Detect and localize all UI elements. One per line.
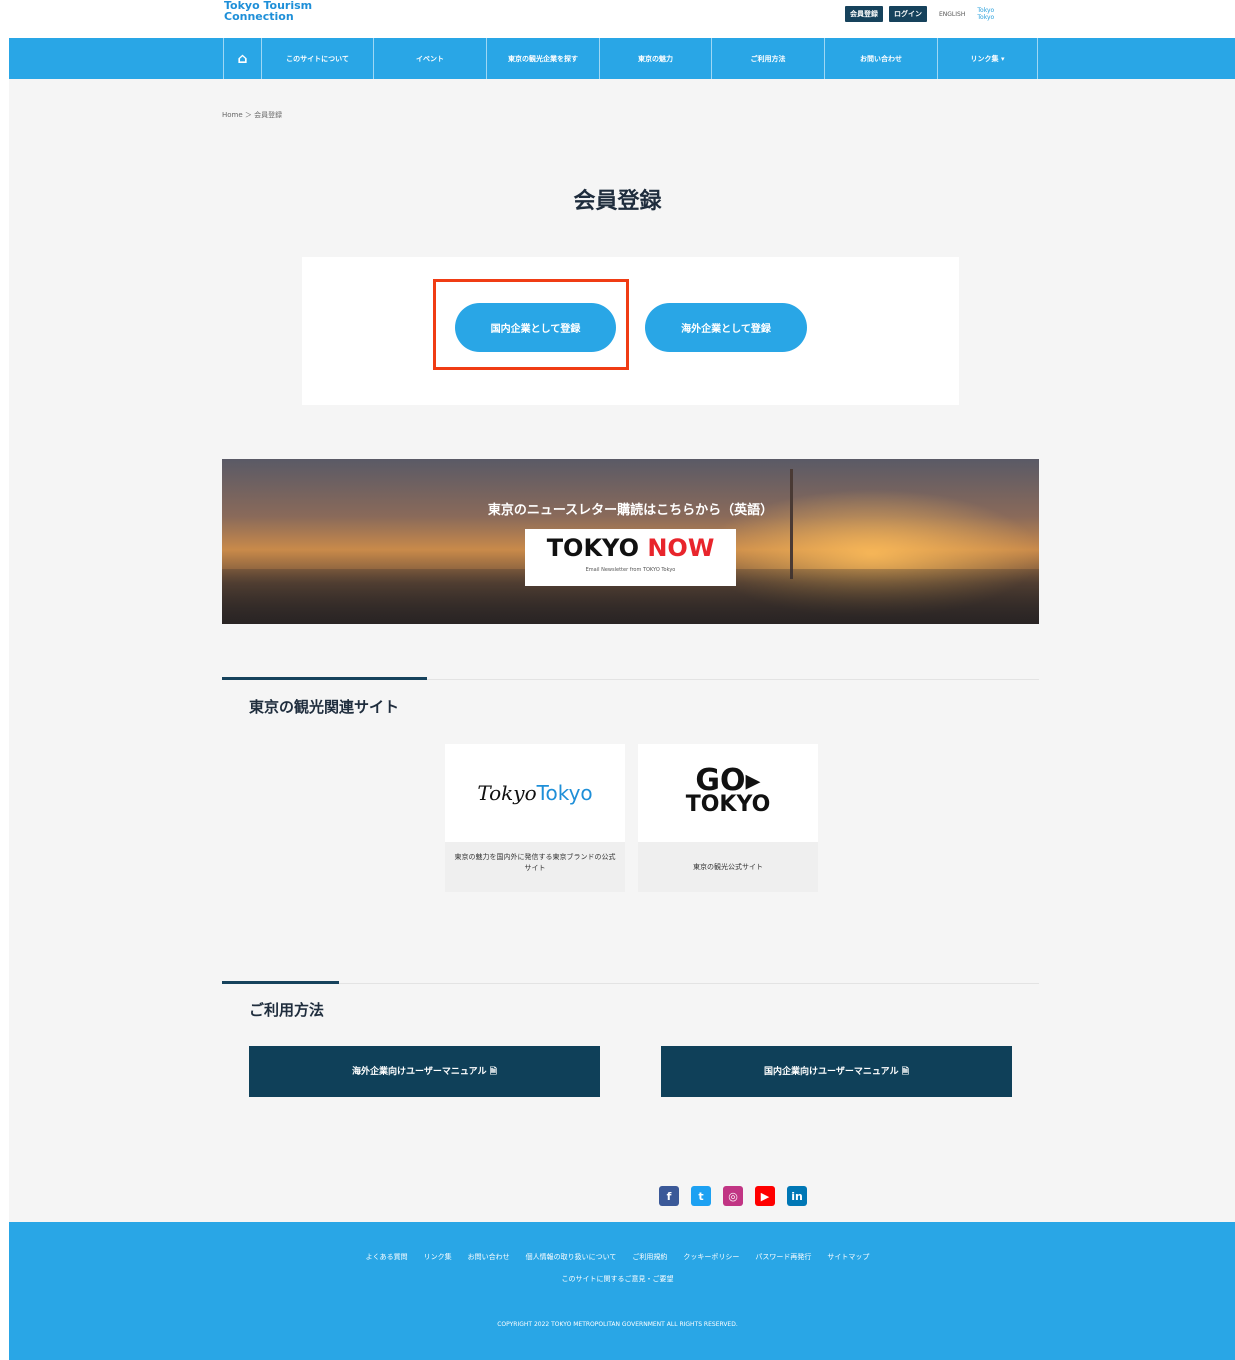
registration-card [302,257,959,405]
go-tokyo-card[interactable]: GO▸ TOKYO 東京の観光公式サイト [638,744,818,892]
go-tokyo-logo-go: GO▸ [695,763,761,798]
social-links: f t ◎ ▶ in [659,1186,807,1206]
footer-link-privacy[interactable]: 個人情報の取り扱いについて [526,1252,617,1262]
site-header: Tokyo Tourism Connection 会員登録 ログイン ENGLI… [0,0,1235,38]
tokyo-tokyo-logo-sans: Tokyo [536,781,593,805]
instagram-icon[interactable]: ◎ [723,1186,743,1206]
tokyo-tokyo-logo-script: Tokyo [477,781,537,805]
nav-item-events[interactable]: イベント [374,38,487,79]
highlight-box [433,279,629,370]
language-switch[interactable]: ENGLISH [939,11,965,18]
nav-item-contact[interactable]: お問い合わせ [825,38,938,79]
footer-link-cookie[interactable]: クッキーポリシー [683,1252,739,1262]
nav-item-attractions[interactable]: 東京の魅力 [600,38,712,79]
home-icon[interactable]: ⌂ [224,38,262,79]
nav-item-about[interactable]: このサイトについて [262,38,374,79]
nav-item-usage[interactable]: ご利用方法 [712,38,825,79]
copyright: COPYRIGHT 2022 TOKYO METROPOLITAN GOVERN… [497,1321,738,1328]
logo-line2: Connection [224,10,294,23]
mini-logo-line1: Tokyo [977,7,995,14]
domestic-manual-button[interactable]: 国内企業向けユーザーマニュアル 🗎 [661,1046,1012,1097]
nav-item-links[interactable]: リンク集 ▾ [938,38,1038,79]
section-accent [222,677,427,680]
tokyo-tokyo-card[interactable]: TokyoTokyo 東京の魅力を国内外に発信する東京ブランドの公式サイト [445,744,625,892]
footer-link-contact[interactable]: お問い合わせ [468,1252,510,1262]
footer-link-faq[interactable]: よくある質問 [366,1252,408,1262]
main-nav: ⌂ このサイトについて イベント 東京の観光企業を探す 東京の魅力 ご利用方法 … [9,38,1235,79]
footer-links: よくある質問 リンク集 お問い合わせ 個人情報の取り扱いについて ご利用規約 ク… [0,1252,1235,1262]
site-card-description: 東京の魅力を国内外に発信する東京ブランドの公式サイト [454,853,616,872]
footer-link-sitemap[interactable]: サイトマップ [827,1252,869,1262]
header-actions: 会員登録 ログイン ENGLISH Tokyo Tokyo [845,6,994,22]
register-overseas-button[interactable]: 海外企業として登録 [645,303,807,352]
site-card-description: 東京の観光公式サイト [693,863,763,871]
overseas-manual-button[interactable]: 海外企業向けユーザーマニュアル 🗎 [249,1046,600,1097]
site-logo[interactable]: Tokyo Tourism Connection [224,0,312,22]
linkedin-icon[interactable]: in [787,1186,807,1206]
tokyo-now-logo-now: NOW [647,534,715,562]
mini-logo-line2: Tokyo [977,14,995,21]
breadcrumb[interactable]: Home ＞ 会員登録 [222,110,282,120]
footer-link-password[interactable]: パスワード再発行 [755,1252,811,1262]
go-tokyo-logo-tokyo: TOKYO [685,792,771,817]
login-button[interactable]: ログイン [889,6,927,22]
section-accent [222,981,339,984]
footer-link-feedback[interactable]: このサイトに関するご意見・ご要望 [0,1274,1235,1284]
go-tokyo-logo: GO▸ TOKYO [638,744,818,842]
tokyo-now-logo-tokyo: TOKYO [546,534,648,562]
facebook-icon[interactable]: f [659,1186,679,1206]
page-title: 会員登録 [573,189,662,214]
youtube-icon[interactable]: ▶ [755,1186,775,1206]
newsletter-banner[interactable]: 東京のニュースレター購読はこちらから（英語） TOKYO NOW Email N… [222,459,1039,624]
footer-link-terms[interactable]: ご利用規約 [632,1252,667,1262]
tokyo-now-logo: TOKYO NOW Email Newsletter from TOKYO To… [525,529,736,586]
tokyo-tokyo-logo: TokyoTokyo [445,744,625,842]
tokyo-now-subtitle: Email Newsletter from TOKYO Tokyo [585,567,676,573]
twitter-icon[interactable]: t [691,1186,711,1206]
usage-title: ご利用方法 [249,1001,325,1019]
main-content [9,79,1235,1222]
related-sites-title: 東京の観光関連サイト [249,698,400,716]
footer-link-links[interactable]: リンク集 [424,1252,452,1262]
banner-text: 東京のニュースレター購読はこちらから（英語） [487,503,774,518]
site-footer [9,1222,1235,1360]
nav-item-find-companies[interactable]: 東京の観光企業を探す [487,38,600,79]
register-header-button[interactable]: 会員登録 [845,6,883,22]
nav-items: ⌂ このサイトについて イベント 東京の観光企業を探す 東京の魅力 ご利用方法 … [223,38,1038,79]
section-divider [222,983,1039,984]
skytree-silhouette [790,469,793,579]
tokyo-tokyo-mini-logo[interactable]: Tokyo Tokyo [977,7,994,21]
